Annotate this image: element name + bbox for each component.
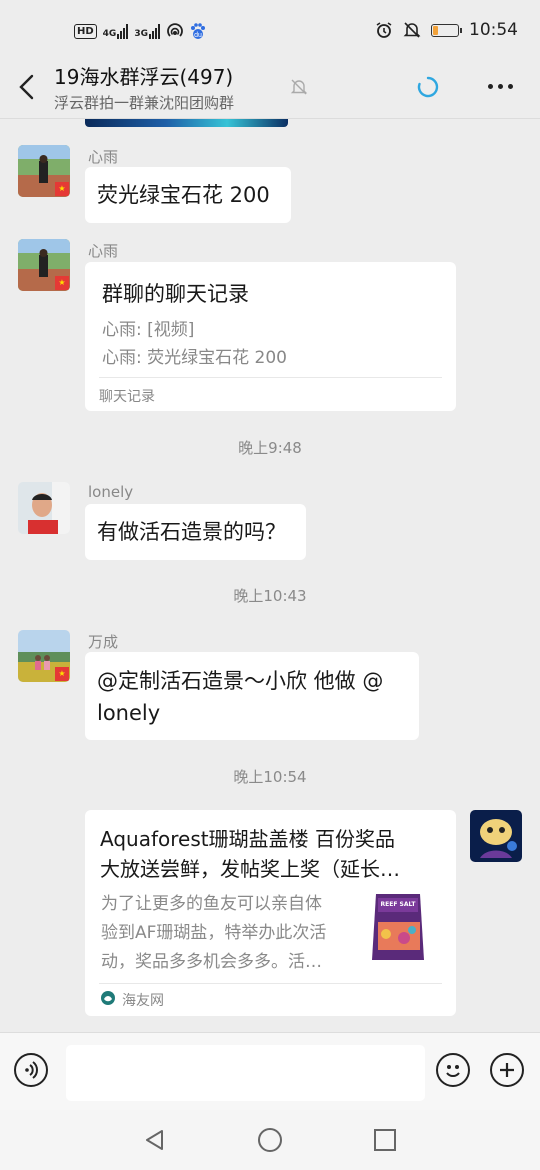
4g-signal-icon: 4G [103,23,129,39]
nav-back-icon[interactable] [142,1127,168,1153]
timestamp: 晚上9:48 [238,439,302,457]
previous-image-message[interactable] [85,119,288,127]
emoji-icon [446,1065,460,1077]
chat-title: 19海水群浮云(497) [54,65,234,89]
svg-text:du: du [194,32,202,39]
source-logo-icon [101,991,115,1005]
notifications-muted-icon [403,22,421,38]
message-text: 有做活石造景的吗？ [97,520,286,544]
more-options-button[interactable] [488,84,513,89]
nav-home-icon[interactable] [257,1127,283,1153]
timestamp: 晚上10:54 [233,768,307,786]
product-label: REEF SALT [380,901,416,908]
timestamp: 晚上10:43 [233,587,307,605]
battery-icon [431,23,462,37]
sender-name: lonely [88,483,134,501]
hotspot-icon [167,23,183,37]
message-bubble[interactable]: 有做活石造景的吗？ [85,504,306,560]
avatar[interactable]: ★ [18,630,70,682]
chat-record-card[interactable]: 群聊的聊天记录 心雨: [视频] 心雨: 荧光绿宝石花 200 聊天记录 [85,262,456,411]
sender-name: 万成 [88,633,119,651]
chat-subtitle: 浮云群拍一群兼沈阳团购群 [54,94,235,112]
link-title-line: 大放送尝鲜，发帖奖上奖（延长… [100,857,400,881]
link-desc-line: 动，奖品多多机会多多。活… [101,952,322,972]
3g-label: 3G [134,29,148,39]
avatar[interactable]: ★ [18,239,70,291]
loading-spinner-icon [417,76,439,98]
link-thumbnail: REEF SALT [368,888,430,966]
mute-bell-icon [290,79,308,95]
link-title: Aquaforest珊瑚盐盖楼 百份奖品 大放送尝鲜，发帖奖上奖（延长… [100,824,400,884]
message-input[interactable] [66,1045,425,1101]
plus-icon [500,1063,514,1077]
avatar[interactable] [18,482,70,534]
chat-header: 19海水群浮云(497) 浮云群拍一群兼沈阳团购群 [0,60,540,119]
message-bubble[interactable]: @定制活石造景～小欣 他做 @ lonely [85,652,419,740]
my-avatar[interactable] [470,810,522,862]
input-bar [0,1032,540,1111]
sender-name: 心雨 [88,148,119,166]
sender-name: 心雨 [88,242,119,260]
chat-messages[interactable]: ★ 心雨 荧光绿宝石花 200 ★ 心雨 群聊的聊天记录 心雨: [视频] 心雨… [0,119,540,1032]
avatar-photo [18,482,70,534]
baidu-icon: du [190,23,205,39]
link-desc-line: 为了让更多的鱼友可以亲自体 [101,894,322,914]
status-bar: HD 4G 3G du 10:54 [0,0,540,60]
message-text: 荧光绿宝石花 200 [97,183,270,207]
link-description: 为了让更多的鱼友可以亲自体 验到AF珊瑚盐，特举办此次活 动，奖品多多机会多多。… [101,890,356,977]
dot-icon [508,84,513,89]
system-navigation-bar [0,1110,540,1170]
message-text: @定制活石造景～小欣 他做 @ [97,669,384,693]
link-card[interactable]: Aquaforest珊瑚盐盖楼 百份奖品 大放送尝鲜，发帖奖上奖（延长… 为了让… [85,810,456,1016]
divider [99,983,442,984]
4g-label: 4G [102,29,117,39]
china-flag-icon: ★ [55,182,69,196]
salt-bag-image [372,894,424,960]
chat-record-title: 群聊的聊天记录 [102,282,249,306]
link-title-line: Aquaforest珊瑚盐盖楼 百份奖品 [100,827,395,851]
chat-record-line: 心雨: [视频] [102,320,195,340]
china-flag-icon: ★ [55,667,69,681]
link-source: 海友网 [122,993,164,1009]
alarm-icon [376,22,392,38]
nav-recents-icon[interactable] [372,1127,398,1153]
dot-icon [488,84,493,89]
avatar[interactable]: ★ [18,145,70,197]
message-text: lonely [97,701,161,725]
chat-record-line: 心雨: 荧光绿宝石花 200 [102,348,287,368]
3g-signal-icon: 3G [134,23,160,39]
status-time: 10:54 [469,20,518,40]
message-bubble[interactable]: 荧光绿宝石花 200 [85,167,291,223]
status-right-icons: 10:54 [375,20,518,40]
voice-input-button[interactable] [14,1053,48,1087]
divider [99,377,442,378]
link-desc-line: 验到AF珊瑚盐，特举办此次活 [101,923,327,943]
more-functions-button[interactable] [490,1053,524,1087]
emoji-button[interactable] [436,1053,470,1087]
status-left-icons: HD 4G 3G du [74,22,206,40]
china-flag-icon: ★ [55,276,69,290]
dot-icon [498,84,503,89]
avatar-photo [470,810,522,862]
chat-record-footer: 聊天记录 [99,389,155,405]
back-arrow-icon[interactable] [14,72,40,102]
voice-icon [25,1061,38,1079]
hd-icon: HD [74,23,97,39]
